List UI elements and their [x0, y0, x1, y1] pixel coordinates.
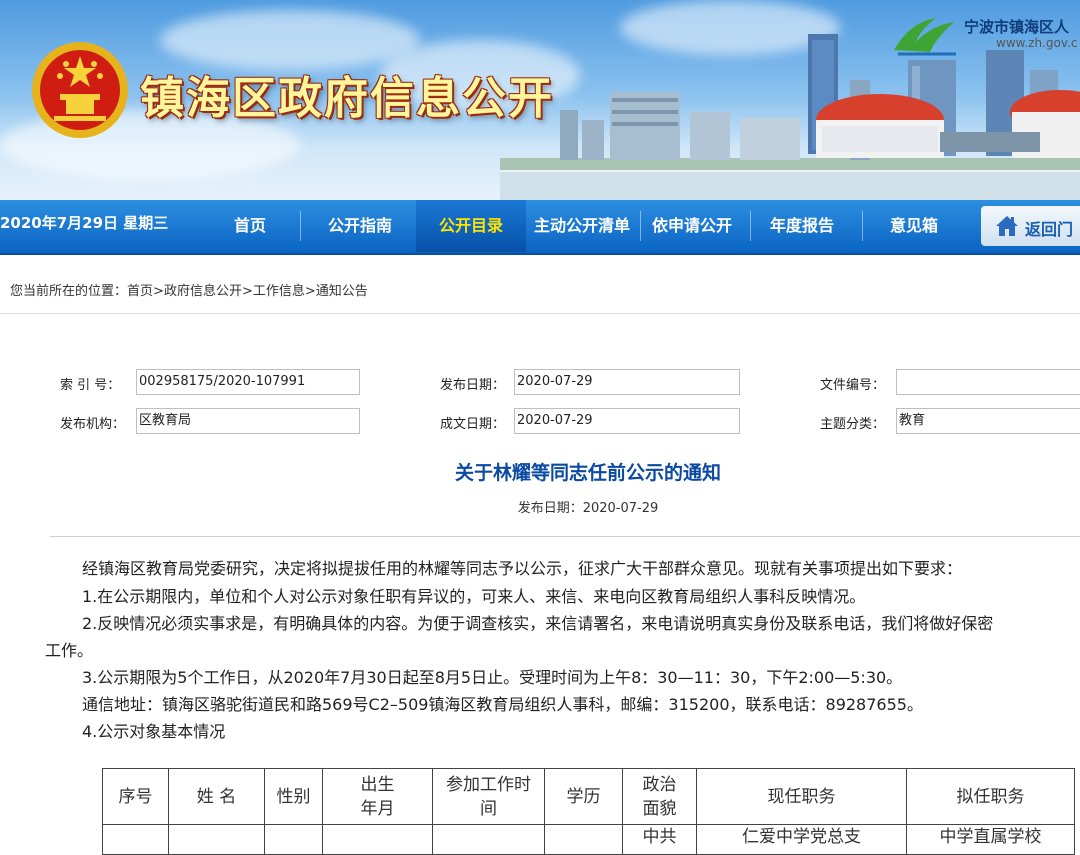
nav-divider — [750, 211, 751, 241]
table-cell — [264, 824, 323, 855]
current-date: 2020年7月29日 星期三 — [0, 214, 169, 232]
breadcrumb-item-notices[interactable]: 通知公告 — [316, 284, 368, 299]
table-row: 中共 仁爱中学党总支 中学直属学校 — [102, 824, 1075, 855]
site-title: 镇海区政府信息公开 — [140, 73, 554, 124]
breadcrumb-prefix: 您当前所在的位置： — [10, 284, 128, 299]
nav-item-home[interactable]: 首页 — [200, 200, 300, 252]
header-banner: 镇海区政府信息公开 宁波市镇海区人 www.zh.gov.c — [0, 0, 1080, 200]
back-to-portal-label: 返回门 — [1025, 220, 1074, 239]
nav-item-annual-report[interactable]: 年度报告 — [752, 200, 852, 252]
nav-item-suggestion-box[interactable]: 意见箱 — [864, 200, 964, 252]
table-cell: 中学直属学校 — [906, 824, 1075, 855]
breadcrumb: 您当前所在的位置：首页>政府信息公开>工作信息>通知公告 — [0, 255, 1080, 314]
table-cell — [544, 824, 623, 855]
article-paragraph: 工作。 — [45, 641, 94, 660]
topic-category-label: 主题分类： — [820, 417, 886, 432]
document-number-label: 文件编号： — [820, 378, 886, 393]
nav-divider — [862, 211, 863, 241]
nav-item-guide[interactable]: 公开指南 — [305, 200, 415, 252]
table-header-cell: 姓 名 — [168, 768, 265, 825]
breadcrumb-item-work-info[interactable]: 工作信息 — [253, 284, 305, 299]
table-header-cell: 序号 — [102, 768, 169, 825]
breadcrumb-item-home[interactable]: 首页 — [127, 284, 153, 299]
national-emblem-icon — [32, 42, 128, 138]
written-date-label: 成文日期： — [440, 417, 506, 432]
main-nav: 2020年7月29日 星期三 首页 公开指南 公开目录 主动公开清单 依申请公开… — [0, 200, 1080, 255]
table-cell — [432, 824, 545, 855]
nav-item-request-disclosure[interactable]: 依申请公开 — [642, 200, 742, 252]
leaf-logo-icon — [894, 18, 956, 56]
divider — [50, 536, 1080, 537]
table-header-cell: 学历 — [544, 768, 623, 825]
home-icon — [996, 216, 1018, 236]
issuing-agency-label: 发布机构： — [60, 417, 126, 432]
index-number-label: 索 引 号： — [60, 378, 121, 393]
written-date-field: 2020-07-29 — [514, 408, 740, 434]
article-paragraph: 通信地址：镇海区骆驼街道民和路569号C2–509镇海区教育局组织人事科，邮编：… — [82, 695, 923, 714]
breadcrumb-item-gov-info[interactable]: 政府信息公开 — [164, 284, 242, 299]
table-header-cell: 参加工作时间 — [432, 768, 545, 825]
site-logo-url: www.zh.gov.c — [996, 36, 1078, 50]
topic-category-field: 教育 — [896, 408, 1080, 434]
index-number-field: 002958175/2020-107991 — [136, 369, 360, 395]
table-header-cell: 政治 面貌 — [622, 768, 697, 825]
table-cell — [168, 824, 265, 855]
issuing-agency-field: 区教育局 — [136, 408, 360, 434]
site-logo-name: 宁波市镇海区人 — [964, 18, 1070, 36]
document-number-field — [896, 369, 1080, 395]
nav-divider — [640, 211, 641, 241]
table-cell: 中共 — [622, 824, 697, 855]
table-header-row: 序号 姓 名 性别 出生 年月 参加工作时间 学历 政治 面貌 现任职务 拟任职务 — [102, 768, 1075, 825]
article-paragraph: 经镇海区教育局党委研究，决定将拟提拔任用的林耀等同志予以公示，征求广大干部群众意… — [82, 559, 963, 578]
publish-date-label: 发布日期： — [440, 378, 506, 393]
article-date: 发布日期：2020-07-29 — [517, 501, 659, 516]
table-cell — [102, 824, 169, 855]
table-header-cell: 拟任职务 — [906, 768, 1075, 825]
table-cell — [322, 824, 433, 855]
table-header-cell: 现任职务 — [696, 768, 907, 825]
breadcrumb-separator: > — [304, 284, 316, 299]
article-paragraph: 2.反映情况必须实事求是，有明确具体的内容。为便于调查核实，来信请署名，来电请说… — [82, 614, 994, 633]
article-title: 关于林耀等同志任前公示的通知 — [454, 462, 721, 484]
table-cell: 仁爱中学党总支 — [696, 824, 907, 855]
article-paragraph: 1.在公示期限内，单位和个人对公示对象任职有异议的，可来人、来信、来电向区教育局… — [82, 587, 866, 606]
article-paragraph: 4.公示对象基本情况 — [82, 722, 226, 741]
breadcrumb-separator: > — [241, 284, 253, 299]
nav-divider — [300, 211, 301, 241]
table-header-cell: 性别 — [264, 768, 323, 825]
site-logo[interactable]: 宁波市镇海区人 www.zh.gov.c — [890, 12, 1080, 56]
breadcrumb-separator: > — [153, 284, 164, 299]
publish-date-field: 2020-07-29 — [514, 369, 740, 395]
nav-item-catalog[interactable]: 公开目录 — [416, 200, 526, 252]
nav-item-disclosure-list[interactable]: 主动公开清单 — [526, 200, 638, 252]
article-paragraph: 3.公示期限为5个工作日，从2020年7月30日起至8月5日止。受理时间为上午8… — [82, 668, 903, 687]
candidate-table: 序号 姓 名 性别 出生 年月 参加工作时间 学历 政治 面貌 现任职务 拟任职务 … — [102, 768, 1075, 855]
table-header-cell: 出生 年月 — [322, 768, 433, 825]
back-to-portal-button[interactable]: 返回门 — [981, 206, 1080, 246]
